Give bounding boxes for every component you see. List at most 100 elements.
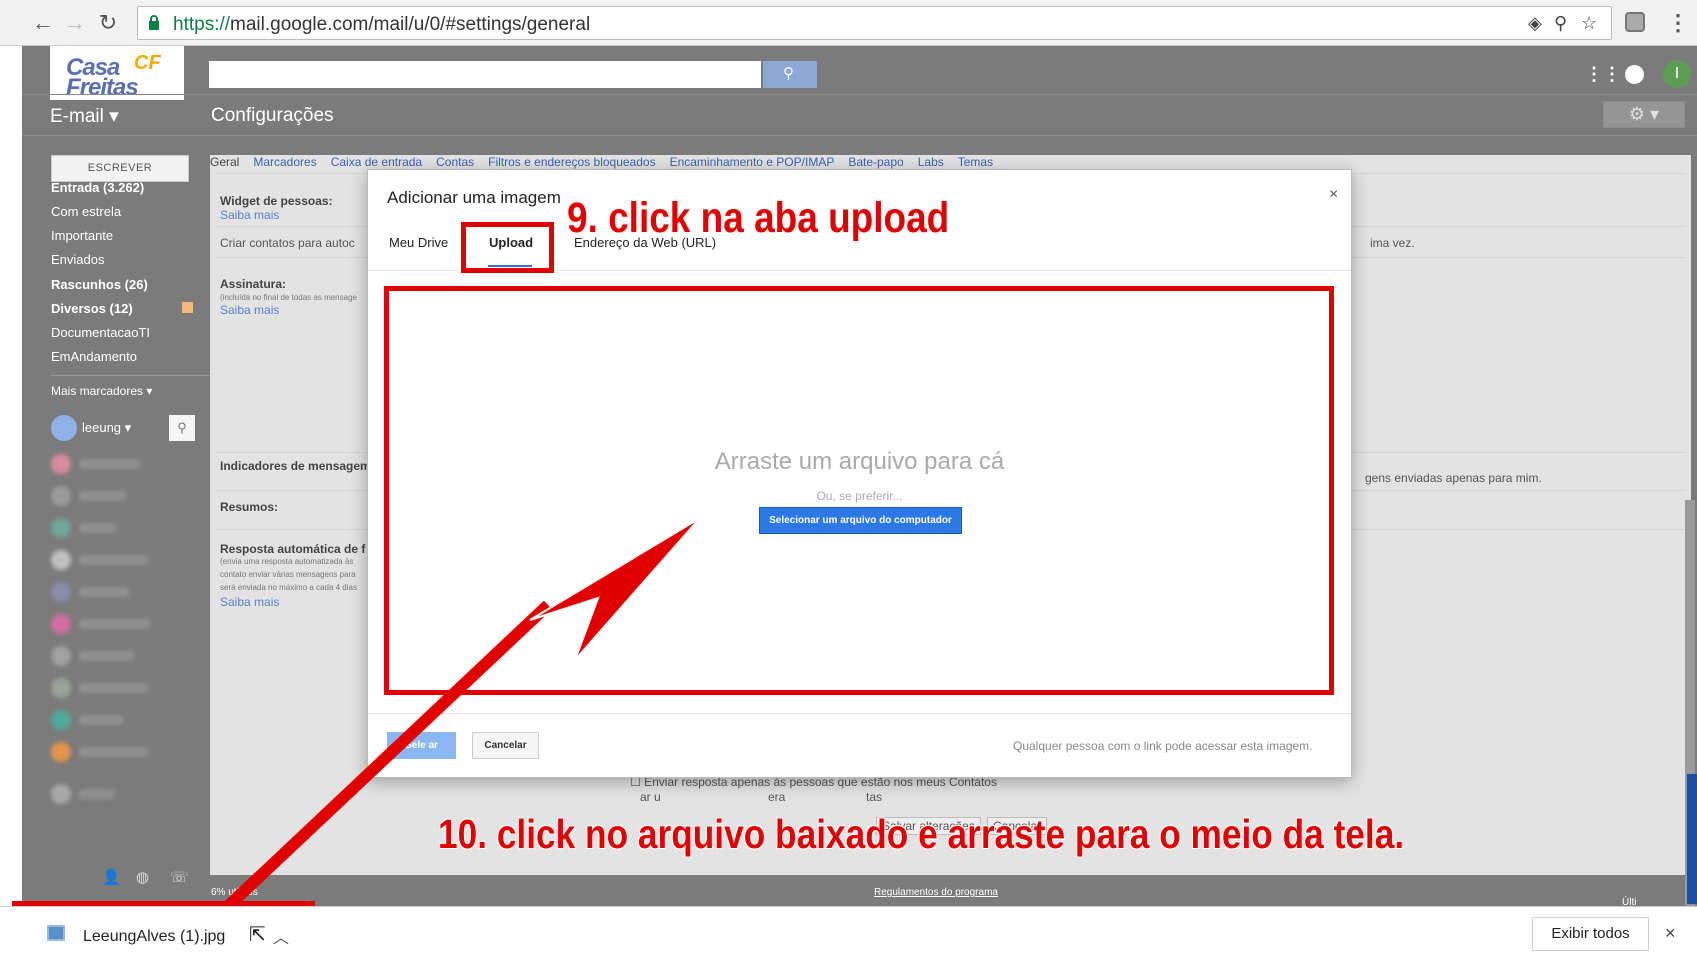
sidebar-divider	[51, 375, 217, 376]
sidebar-item-inbox[interactable]: Entrada (3.262)	[51, 180, 144, 195]
tab-temas[interactable]: Temas	[958, 155, 993, 169]
contact-avatar[interactable]	[51, 550, 71, 570]
tab-bate-papo[interactable]: Bate-papo	[848, 155, 903, 169]
contact-avatar[interactable]	[51, 486, 71, 506]
tab-meu-drive[interactable]: Meu Drive	[389, 235, 448, 250]
page-title: Configurações	[211, 105, 334, 126]
sidebar-item-starred[interactable]: Com estrela	[51, 204, 121, 219]
resposta-note-3: será enviada no máximo a cada 4 dias	[220, 583, 357, 592]
image-file-icon	[47, 925, 65, 941]
assinatura-label: Assinatura:	[220, 277, 287, 291]
contact-name	[79, 683, 149, 693]
lock-icon	[149, 15, 159, 30]
contact-name	[79, 523, 117, 533]
close-downloads-icon[interactable]: ×	[1665, 923, 1676, 944]
browser-toolbar: ← → ↻ https://mail.google.com/mail/u/0/#…	[0, 0, 1697, 46]
sharing-note: Qualquer pessoa com o link pode acessar …	[1013, 739, 1313, 753]
step10-annotation: 10. click no arquivo baixado e arraste p…	[438, 811, 1405, 857]
resumos-label: Resumos:	[220, 500, 279, 514]
contact-avatar[interactable]	[51, 710, 71, 730]
notifications-icon[interactable]	[1625, 65, 1644, 84]
step9-annotation: 9. click na aba upload	[567, 194, 950, 242]
saiba-mais-link[interactable]: Saiba mais	[220, 208, 279, 222]
tab-marcadores[interactable]: Marcadores	[253, 155, 316, 169]
logo-text-2: Freitas	[66, 74, 139, 101]
phone-icon[interactable]: ☏	[170, 868, 189, 886]
tab-labs[interactable]: Labs	[918, 155, 944, 169]
chat-user-name[interactable]: leeung ▾	[82, 420, 131, 436]
sidebar-item-documentacaoti[interactable]: DocumentacaoTI	[51, 325, 150, 340]
tab-geral[interactable]: Geral	[210, 155, 239, 169]
avatar[interactable]: I	[1663, 60, 1691, 88]
close-icon[interactable]: ×	[1329, 186, 1338, 204]
tab-encaminhamento[interactable]: Encaminhamento e POP/IMAP	[670, 155, 835, 169]
select-button[interactable]: Sele ar	[387, 732, 456, 759]
translate-icon[interactable]: ◈	[1528, 13, 1542, 34]
person-icon[interactable]: 👤	[102, 868, 121, 886]
upload-tab-highlight	[461, 222, 554, 273]
sidebar-item-sent[interactable]: Enviados	[51, 252, 104, 267]
contact-name	[79, 715, 123, 725]
assinatura-note: (incluída no final de todas as mensage	[220, 293, 357, 302]
tab-caixa-de-entrada[interactable]: Caixa de entrada	[331, 155, 422, 169]
scrollbar-thumb[interactable]	[1687, 774, 1697, 904]
chevron-up-icon[interactable]: ︿	[273, 924, 289, 948]
screen: ← → ↻ https://mail.google.com/mail/u/0/#…	[0, 0, 1697, 961]
sidebar-item-emandamento[interactable]: EmAndamento	[51, 349, 137, 364]
back-icon[interactable]: ←	[30, 10, 56, 36]
contact-avatar[interactable]	[51, 582, 71, 602]
contact-avatar[interactable]	[51, 742, 71, 762]
cancel-button[interactable]: Cancelar	[472, 732, 539, 759]
resposta-note-2: contato enviar várias mensagens para	[220, 570, 356, 579]
download-bar: LeeungAlves (1).jpg ⇱ ︿ Exibir todos ×	[0, 906, 1697, 961]
extension-icon[interactable]	[1625, 12, 1645, 32]
sidebar-item-important[interactable]: Importante	[51, 228, 113, 243]
bookmark-star-icon[interactable]: ☆	[1581, 13, 1597, 34]
browser-menu-icon[interactable]: ⋮	[1667, 10, 1689, 36]
logo-badge: CF	[134, 52, 161, 74]
mail-menu[interactable]: E-mail ▾	[50, 105, 119, 128]
contact-name	[79, 747, 149, 757]
show-all-button[interactable]: Exibir todos	[1532, 917, 1649, 951]
storage-usage-a: 6% uti	[211, 887, 239, 898]
contact-avatar[interactable]	[51, 678, 71, 698]
saiba-mais-link[interactable]: Saiba mais	[220, 595, 279, 609]
hangouts-icon[interactable]: ◍	[136, 868, 149, 886]
partial-option-a: ar u	[640, 790, 661, 804]
contact-name	[79, 459, 141, 469]
contact-avatar[interactable]	[51, 454, 71, 474]
drop-zone-highlight	[384, 286, 1334, 695]
indicadores-label: Indicadores de mensagem	[220, 459, 371, 473]
contact-avatar[interactable]	[51, 518, 71, 538]
sidebar-item-drafts[interactable]: Rascunhos (26)	[51, 277, 148, 292]
tab-filtros[interactable]: Filtros e endereços bloqueados	[488, 155, 655, 169]
resposta-label: Resposta automática de f	[220, 542, 366, 556]
more-labels-button[interactable]: Mais marcadores ▾	[51, 384, 152, 398]
sidebar-item-diversos[interactable]: Diversos (12)	[51, 301, 133, 316]
compose-button[interactable]: ESCREVER	[51, 155, 189, 182]
resposta-note-1: (envia uma resposta automatizada às	[220, 557, 354, 566]
program-rules-link[interactable]: Regulamentos do programa	[874, 887, 998, 898]
address-bar[interactable]: https://mail.google.com/mail/u/0/#settin…	[137, 6, 1612, 40]
forward-icon[interactable]: →	[62, 10, 88, 36]
page-margin	[0, 46, 22, 906]
contact-avatar[interactable]	[51, 646, 71, 666]
search-button[interactable]: ⚲	[763, 61, 817, 88]
tab-contas[interactable]: Contas	[436, 155, 474, 169]
search-input[interactable]	[209, 61, 761, 88]
cursor-icon: ⇱	[249, 924, 266, 946]
saiba-mais-link[interactable]: Saiba mais	[220, 303, 279, 317]
reload-icon[interactable]: ↻	[95, 10, 121, 36]
settings-gear-icon[interactable]: ⚙ ▾	[1603, 101, 1685, 128]
partial-option-c: tas	[866, 790, 883, 804]
contact-avatar[interactable]	[51, 614, 71, 634]
search-icon: ⚲	[783, 65, 794, 82]
divider	[22, 94, 1697, 95]
partial-option-b: era	[768, 790, 786, 804]
chat-search-icon[interactable]: ⚲	[169, 415, 195, 441]
contact-avatar[interactable]	[51, 784, 71, 804]
zoom-icon[interactable]: ⚲	[1554, 13, 1567, 34]
indicadores-option: gens enviadas apenas para mim.	[1365, 471, 1542, 485]
downloaded-file[interactable]: LeeungAlves (1).jpg	[83, 928, 225, 946]
url-text: https://mail.google.com/mail/u/0/#settin…	[173, 14, 591, 35]
